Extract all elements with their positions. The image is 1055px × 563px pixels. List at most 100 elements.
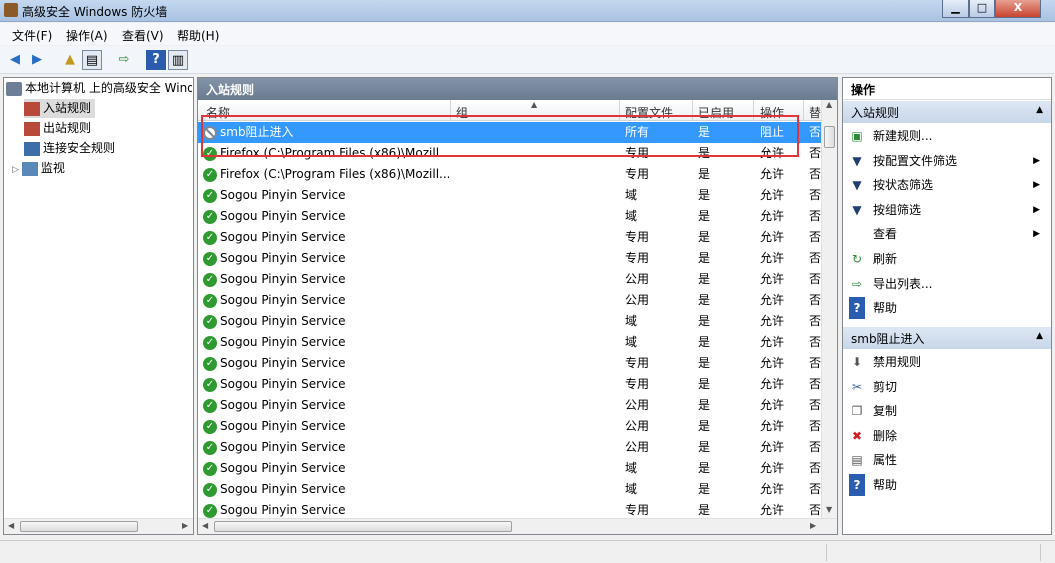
menu-file[interactable]: 文件(F)	[12, 27, 52, 44]
menu-help[interactable]: 帮助(H)	[177, 27, 219, 44]
minimize-button[interactable]: ▁	[942, 0, 969, 18]
show-hide-action-pane-icon[interactable]: ▥	[168, 50, 188, 70]
table-row[interactable]: ✓ Sogou Pinyin Service 公用 是 允许 否	[198, 416, 821, 437]
collapse-arrow-icon[interactable]: ▲	[1036, 331, 1043, 341]
table-row[interactable]: ✓ Sogou Pinyin Service 域 是 允许 否	[198, 311, 821, 332]
action-item[interactable]: ⬇ 禁用规则	[849, 351, 1044, 373]
table-row[interactable]: ✓ Sogou Pinyin Service 域 是 允许 否	[198, 479, 821, 500]
tree-item-inbound-rules[interactable]: 入站规则	[24, 99, 96, 118]
table-row[interactable]: ✓ Firefox (C:\Program Files (x86)\Mozill.…	[198, 164, 821, 185]
action-item[interactable]: ▤ 属性	[849, 449, 1044, 471]
help-icon: ?	[849, 297, 865, 320]
scroll-right-icon[interactable]: ▶	[182, 521, 188, 530]
cell-override: 否	[809, 398, 821, 412]
scroll-up-icon[interactable]: ▲	[826, 100, 832, 109]
cell-name: ✓ Sogou Pinyin Service	[203, 206, 449, 227]
table-row[interactable]: ✓ Firefox (C:\Program Files (x86)\Mozill.…	[198, 143, 821, 164]
table-row[interactable]: ✓ Sogou Pinyin Service 域 是 允许 否	[198, 332, 821, 353]
scroll-left-icon[interactable]: ◀	[8, 521, 14, 530]
action-item[interactable]: ▼ 按组筛选 ▶	[849, 199, 1044, 221]
cell-profile: 公用	[625, 272, 650, 286]
scroll-left-icon[interactable]: ◀	[202, 521, 208, 530]
action-item[interactable]: ? 帮助	[849, 297, 1044, 320]
table-row[interactable]: smb阻止进入 所有 是 阻止 否	[198, 122, 821, 143]
pane-title: 入站规则	[198, 78, 837, 100]
expand-arrow-icon[interactable]: ▷	[12, 165, 19, 175]
cell-override: 否	[809, 335, 821, 349]
cell-profile: 公用	[625, 293, 650, 307]
tree-root[interactable]: 本地计算机 上的高级安全 Windows	[6, 79, 192, 98]
cell-enabled: 是	[698, 125, 711, 139]
back-arrow-icon[interactable]: ◀	[5, 50, 25, 70]
cell-name: ✓ Sogou Pinyin Service	[203, 227, 449, 248]
action-item[interactable]: ▼ 按配置文件筛选 ▶	[849, 150, 1044, 172]
column-enabled[interactable]: 已启用	[698, 104, 734, 121]
show-hide-tree-icon[interactable]: ▤	[82, 50, 102, 70]
column-group[interactable]: 组	[456, 104, 468, 121]
action-item[interactable]: ✂ 剪切	[849, 376, 1044, 398]
table-row[interactable]: ✓ Sogou Pinyin Service 公用 是 允许 否	[198, 395, 821, 416]
cell-override: 否	[809, 272, 821, 286]
table-row[interactable]: ✓ Sogou Pinyin Service 公用 是 允许 否	[198, 290, 821, 311]
menu-action[interactable]: 操作(A)	[66, 27, 108, 44]
tree-item-connection-security[interactable]: 连接安全规则	[24, 139, 115, 158]
collapse-arrow-icon[interactable]: ▲	[1036, 105, 1043, 115]
close-button[interactable]: X	[995, 0, 1041, 18]
actions-section-inbound[interactable]: 入站规则 ▲	[843, 101, 1051, 123]
cell-action: 允许	[760, 377, 785, 391]
menu-view[interactable]: 查看(V)	[122, 27, 164, 44]
outbound-rules-icon	[24, 121, 40, 136]
maximize-button[interactable]: □	[969, 0, 995, 18]
action-item[interactable]: ▼ 按状态筛选 ▶	[849, 174, 1044, 196]
scroll-down-icon[interactable]: ▼	[826, 505, 832, 514]
action-item[interactable]: ❐ 复制	[849, 400, 1044, 422]
column-profile[interactable]: 配置文件	[625, 104, 673, 121]
action-item[interactable]: ⇨ 导出列表...	[849, 273, 1044, 295]
action-item[interactable]: ↻ 刷新	[849, 248, 1044, 270]
table-row[interactable]: ✓ Sogou Pinyin Service 专用 是 允许 否	[198, 227, 821, 248]
block-rule-icon	[203, 125, 217, 140]
cell-profile: 专用	[625, 356, 650, 370]
table-row[interactable]: ✓ Sogou Pinyin Service 专用 是 允许 否	[198, 353, 821, 374]
up-folder-icon[interactable]: ▲	[60, 50, 80, 70]
forward-arrow-icon[interactable]: ▶	[27, 50, 47, 70]
scroll-right-icon[interactable]: ▶	[810, 521, 816, 530]
status-bar	[0, 540, 1055, 563]
table-row[interactable]: ✓ Sogou Pinyin Service 专用 是 允许 否	[198, 500, 821, 518]
table-row[interactable]: ✓ Sogou Pinyin Service 专用 是 允许 否	[198, 374, 821, 395]
cell-enabled: 是	[698, 251, 711, 265]
column-name[interactable]: 名称	[206, 104, 230, 121]
cell-override: 否	[809, 251, 821, 265]
action-item[interactable]: ? 帮助	[849, 474, 1044, 496]
action-item[interactable]: ✖ 删除	[849, 425, 1044, 447]
action-item[interactable]: 查看 ▶	[849, 223, 1044, 245]
table-row[interactable]: ✓ Sogou Pinyin Service 域 是 允许 否	[198, 458, 821, 479]
tree-horizontal-scrollbar[interactable]: ◀ ▶	[4, 518, 193, 534]
table-row[interactable]: ✓ Sogou Pinyin Service 域 是 允许 否	[198, 185, 821, 206]
scroll-thumb[interactable]	[214, 521, 512, 532]
table-row[interactable]: ✓ Sogou Pinyin Service 域 是 允许 否	[198, 206, 821, 227]
table-row[interactable]: ✓ Sogou Pinyin Service 公用 是 允许 否	[198, 437, 821, 458]
actions-section-rule[interactable]: smb阻止进入 ▲	[843, 327, 1051, 349]
action-item[interactable]: ▣ 新建规则...	[849, 125, 1044, 147]
submenu-arrow-icon: ▶	[1033, 229, 1040, 240]
table-row[interactable]: ✓ Sogou Pinyin Service 专用 是 允许 否	[198, 248, 821, 269]
cell-profile: 域	[625, 188, 638, 202]
column-override[interactable]: 替	[809, 104, 821, 121]
scroll-thumb[interactable]	[824, 126, 835, 148]
tree-item-outbound-rules[interactable]: 出站规则	[24, 119, 91, 138]
actions-vertical-scrollbar[interactable]	[1041, 156, 1051, 256]
help-icon[interactable]: ?	[146, 50, 166, 70]
cell-action: 允许	[760, 356, 785, 370]
column-action[interactable]: 操作	[760, 104, 784, 121]
cell-override: 否	[809, 167, 821, 181]
rules-vertical-scrollbar[interactable]: ▲ ▼	[821, 100, 837, 518]
cell-override: 否	[809, 188, 821, 202]
export-list-icon[interactable]: ⇨	[114, 50, 134, 70]
rules-horizontal-scrollbar[interactable]: ◀ ▶	[198, 518, 837, 534]
scroll-thumb[interactable]	[20, 521, 138, 532]
cell-name: ✓ Sogou Pinyin Service	[203, 248, 449, 269]
tree-item-monitoring[interactable]: ▷ 监视	[12, 159, 65, 178]
firewall-computer-icon	[6, 81, 22, 96]
table-row[interactable]: ✓ Sogou Pinyin Service 公用 是 允许 否	[198, 269, 821, 290]
